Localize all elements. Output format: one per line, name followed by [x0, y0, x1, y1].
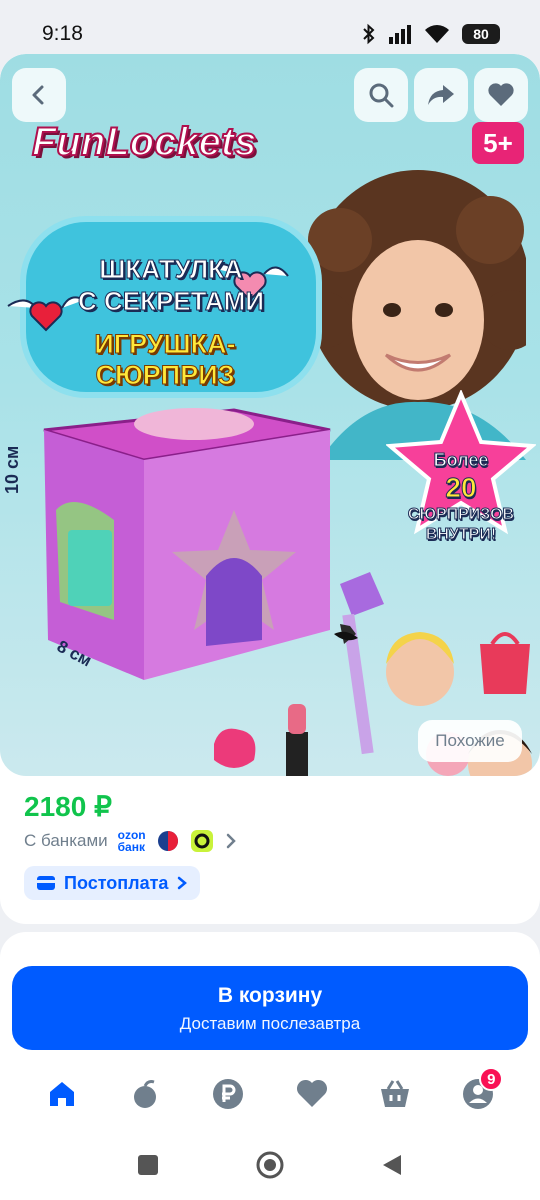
share-icon: [428, 85, 454, 105]
subtitle: ИГРУШКА-СЮРПРИЗ: [94, 329, 236, 391]
postpay-icon: [37, 876, 55, 890]
heart-icon: [488, 83, 514, 106]
nav-home[interactable]: [37, 1069, 87, 1119]
cart-button-sublabel: Доставим послезавтра: [179, 1014, 361, 1033]
nav-profile[interactable]: 9: [453, 1067, 504, 1119]
product-image[interactable]: FunLockets 5+ ШКАТУЛКА С СЕКРЕТАМИ ИГРУШ…: [0, 54, 540, 776]
search-icon: [369, 83, 394, 108]
bank-logo-icon: [157, 831, 178, 851]
nav-ruble[interactable]: [203, 1069, 253, 1119]
product-card: FunLockets 5+ ШКАТУЛКА С СЕКРЕТАМИ ИГРУШ…: [0, 54, 540, 924]
bank-logo-icon: [190, 830, 213, 852]
home-icon: [49, 1082, 74, 1106]
chevron-right-icon: [178, 876, 188, 890]
back-triangle-icon[interactable]: [381, 1153, 403, 1177]
nav-cart[interactable]: [370, 1069, 420, 1119]
banks-label: С банками: [24, 831, 108, 850]
age-badge: 5+: [472, 122, 524, 164]
postpay-label: Постоплата: [64, 872, 169, 893]
share-button[interactable]: [414, 68, 468, 122]
wifi-icon: [425, 25, 449, 43]
postpay-button[interactable]: Постоплата: [24, 866, 201, 900]
bottom-nav: 9: [0, 1062, 540, 1126]
bank-offers[interactable]: С банками ozon банк: [24, 826, 238, 856]
battery-icon: 80: [462, 24, 500, 44]
ozon-bank-logo: ozon банк: [118, 829, 146, 853]
title-line1: ШКАТУЛКА: [99, 254, 243, 285]
star-text-line1: Более: [433, 450, 489, 471]
dimension-height: 10 см: [2, 445, 22, 494]
star-text-line2: 20: [445, 472, 477, 504]
fresh-icon: [133, 1080, 156, 1108]
nav-favorites[interactable]: [287, 1069, 337, 1119]
chevron-right-icon: [226, 833, 236, 849]
star-text-line3: СЮРПРИЗОВ: [407, 506, 515, 524]
heart-icon: [296, 1079, 327, 1107]
signal-icon: [389, 25, 411, 44]
basket-icon: [380, 1080, 409, 1107]
back-icon: [32, 85, 44, 105]
star-text-line4: ВНУТРИ!: [425, 526, 497, 544]
recents-icon[interactable]: [137, 1154, 159, 1176]
similar-button[interactable]: Похожие: [418, 720, 522, 762]
status-time: 9:18: [42, 22, 83, 45]
cart-button-label: В корзину: [217, 984, 323, 1007]
status-bar: 9:18 80: [0, 0, 540, 62]
title-line2: С СЕКРЕТАМИ: [77, 286, 265, 317]
system-nav-bar: [0, 1130, 540, 1200]
ozon-bank-line2: банк: [117, 840, 145, 854]
ruble-icon: [213, 1079, 244, 1109]
back-button[interactable]: [12, 68, 66, 122]
brand-logo: FunLockets: [31, 119, 257, 165]
profile-badge: 9: [479, 1067, 504, 1091]
price: 2180 ₽: [24, 791, 112, 822]
favorite-button[interactable]: [474, 68, 528, 122]
search-button[interactable]: [354, 68, 408, 122]
nav-fresh[interactable]: [120, 1069, 170, 1119]
home-circle-icon[interactable]: [255, 1150, 285, 1180]
bluetooth-icon: [363, 23, 375, 45]
status-icons: 80: [362, 20, 500, 48]
add-to-cart-button[interactable]: В корзину Доставим послезавтра: [12, 966, 528, 1050]
